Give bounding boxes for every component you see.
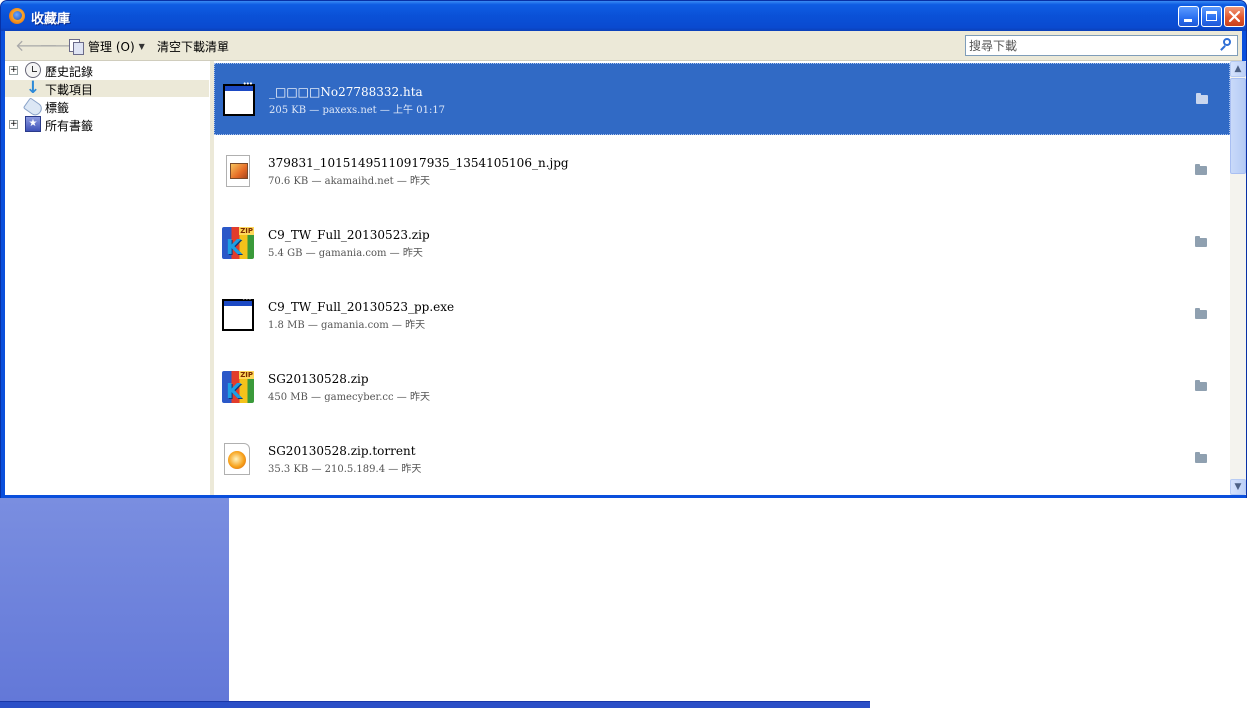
clear-downloads-button[interactable]: 清空下載清單 [157, 38, 229, 55]
expand-icon[interactable]: + [9, 66, 18, 75]
download-item[interactable]: C9_TW_Full_20130523.zip 5.4 GB — gamania… [214, 207, 1230, 279]
organize-menu-button[interactable]: 管理 (O) ▼ [69, 36, 145, 56]
bookmarks-star-icon: ★ [25, 116, 41, 132]
download-item[interactable]: C9_TW_Full_20130523_pp.exe 1.8 MB — gama… [214, 279, 1230, 351]
sidebar-item-label: 歷史記錄 [45, 65, 94, 79]
image-file-icon [226, 155, 250, 187]
download-filename: 379831_10151495110917935_1354105106_n.jp… [268, 156, 569, 170]
sidebar-item-tags[interactable]: 標籤 [5, 97, 209, 118]
toolbar: 🡐 🡒 管理 (O) ▼ 清空下載清單 [5, 31, 1242, 61]
download-status: 70.6 KB — akamaihd.net — 昨天 [268, 176, 431, 187]
executable-file-icon [222, 295, 254, 331]
expand-icon[interactable]: + [9, 120, 18, 129]
organize-icon [69, 39, 84, 55]
open-folder-icon[interactable] [1195, 380, 1207, 391]
download-status: 5.4 GB — gamania.com — 昨天 [268, 248, 423, 259]
close-button[interactable] [1224, 6, 1245, 27]
maximize-icon [1206, 11, 1217, 21]
minimize-button[interactable] [1178, 6, 1199, 27]
sidebar-item-history[interactable]: + 歷史記錄 [5, 62, 209, 79]
sidebar-item-all-bookmarks[interactable]: + ★ 所有書籤 [5, 116, 209, 133]
zip-archive-icon [222, 227, 254, 259]
download-item[interactable]: SG20130528.zip.torrent 35.3 KB — 210.5.1… [214, 423, 1230, 495]
open-folder-icon[interactable] [1195, 452, 1207, 463]
maximize-button[interactable] [1201, 6, 1222, 27]
download-filename: SG20130528.zip [268, 372, 369, 386]
close-icon [1228, 10, 1241, 23]
search-box [965, 35, 1238, 56]
download-item[interactable]: _□□□□No27788332.hta 205 KB — paxexs.net … [214, 63, 1230, 135]
download-filename: SG20130528.zip.torrent [268, 444, 416, 458]
history-clock-icon [25, 62, 41, 78]
minimize-icon [1184, 19, 1192, 22]
scroll-thumb[interactable] [1230, 78, 1246, 174]
download-list: _□□□□No27788332.hta 205 KB — paxexs.net … [214, 61, 1230, 495]
vertical-scrollbar[interactable]: ▲ ▼ [1230, 61, 1246, 495]
torrent-file-icon [224, 443, 250, 475]
download-status: 1.8 MB — gamania.com — 昨天 [268, 320, 426, 331]
sidebar-item-label: 所有書籤 [45, 119, 94, 133]
download-arrow-icon: ↓ [25, 78, 41, 98]
scroll-up-button[interactable]: ▲ [1230, 61, 1246, 77]
library-window: 收藏庫 🡐 🡒 管理 (O) ▼ 清空下載清單 + 歷史記錄 ↓ 下載項目 [0, 0, 1247, 498]
firefox-icon [9, 8, 25, 24]
search-icon[interactable] [1219, 38, 1233, 52]
library-sidebar: + 歷史記錄 ↓ 下載項目 標籤 + ★ 所有書籤 [5, 61, 210, 495]
sidebar-item-label: 下載項目 [45, 83, 94, 97]
download-status: 205 KB — paxexs.net — 上午 01:17 [269, 105, 446, 116]
organize-label: 管理 (O) [88, 39, 135, 54]
open-folder-icon[interactable] [1195, 164, 1207, 175]
window-bottom-border [1, 495, 1246, 498]
sidebar-item-downloads[interactable]: ↓ 下載項目 [5, 80, 209, 97]
download-filename: _□□□□No27788332.hta [269, 85, 423, 99]
search-input[interactable] [969, 37, 1213, 54]
open-folder-icon[interactable] [1196, 93, 1208, 104]
chevron-down-icon: ▼ [138, 41, 145, 51]
forward-arrow-icon[interactable]: 🡒 [39, 38, 82, 54]
zip-archive-icon [222, 371, 254, 403]
executable-file-icon [223, 80, 255, 116]
scroll-down-button[interactable]: ▼ [1230, 479, 1246, 495]
back-arrow-icon[interactable]: 🡐 [15, 38, 58, 54]
tag-icon [22, 97, 45, 118]
download-status: 450 MB — gamecyber.cc — 昨天 [268, 392, 430, 403]
download-filename: C9_TW_Full_20130523.zip [268, 228, 430, 242]
sidebar-item-label: 標籤 [45, 101, 70, 115]
title-bar[interactable]: 收藏庫 [1, 1, 1246, 31]
open-folder-icon[interactable] [1195, 236, 1207, 247]
download-filename: C9_TW_Full_20130523_pp.exe [268, 300, 455, 314]
download-item[interactable]: 379831_10151495110917935_1354105106_n.jp… [214, 135, 1230, 207]
desktop-background-panel [0, 498, 229, 701]
window-title: 收藏庫 [31, 12, 71, 27]
download-item[interactable]: SG20130528.zip 450 MB — gamecyber.cc — 昨… [214, 351, 1230, 423]
desktop-taskbar-strip [0, 701, 870, 708]
download-status: 35.3 KB — 210.5.189.4 — 昨天 [268, 464, 422, 475]
open-folder-icon[interactable] [1195, 308, 1207, 319]
